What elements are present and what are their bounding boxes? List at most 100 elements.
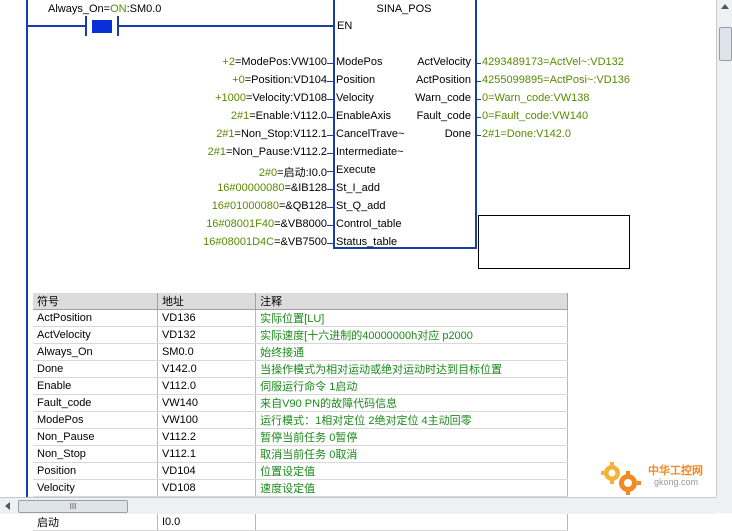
comment-cell[interactable]: 取消当前任务 0取消 xyxy=(255,445,568,463)
vertical-scrollbar[interactable] xyxy=(716,0,732,497)
contact-name: Always_On xyxy=(48,3,104,15)
output-pin-label: Fault_code xyxy=(416,110,471,122)
watermark-logo: 中华工控网 gkong.com xyxy=(598,457,720,497)
output-pin-line xyxy=(475,99,481,100)
contact-state: ON xyxy=(110,3,127,15)
input-pin-label: Control_table xyxy=(336,218,402,230)
table-row[interactable]: Always_On SM0.0 始终接通 xyxy=(33,343,568,361)
symbol-table: 符号 地址 注释 ActPosition VD136 实际位置[LU] ActVelo… xyxy=(33,293,568,531)
comment-cell[interactable]: 始终接通 xyxy=(255,343,568,361)
header-address[interactable]: 地址 xyxy=(157,293,257,310)
contact-energized-fill xyxy=(92,20,112,33)
table-row[interactable]: 启动 I0.0 xyxy=(33,513,568,531)
block-title: SINA_POS xyxy=(376,3,432,15)
comment-cell[interactable] xyxy=(255,513,568,531)
input-pin-line xyxy=(327,225,333,226)
contact-right-bar xyxy=(117,16,119,36)
output-value-1: 4255099895=ActPosi~:VD136 xyxy=(482,74,631,86)
table-row[interactable]: ModePos VW100 运行模式：1相对定位 2绝对定位 4主动回零 xyxy=(33,411,568,429)
input-value-1: +0=Position:VD104 xyxy=(232,74,327,86)
address-cell[interactable]: SM0.0 xyxy=(157,343,257,361)
address-cell[interactable]: VW140 xyxy=(157,394,257,412)
header-comment[interactable]: 注释 xyxy=(255,293,568,310)
symbol-cell[interactable]: Always_On xyxy=(33,343,158,361)
input-pin-label: Velocity xyxy=(336,92,374,104)
address-cell[interactable]: V112.0 xyxy=(157,377,257,395)
gear-icon xyxy=(601,462,641,495)
table-row[interactable]: Non_Pause V112.2 暂停当前任务 0暂停 xyxy=(33,428,568,446)
input-pin-label: EnableAxis xyxy=(336,110,392,122)
symbol-cell[interactable]: 启动 xyxy=(33,513,158,531)
symbol-cell[interactable]: ActPosition xyxy=(33,309,158,327)
address-cell[interactable]: I0.0 xyxy=(157,513,257,531)
input-pin-line xyxy=(327,135,333,136)
symbol-cell[interactable]: ModePos xyxy=(33,411,158,429)
contact-label: Always_On=ON:SM0.0 xyxy=(48,3,161,15)
input-pin-line xyxy=(327,63,333,64)
table-row[interactable]: Non_Stop V112.1 取消当前任务 0取消 xyxy=(33,445,568,463)
address-cell[interactable]: VD136 xyxy=(157,309,257,327)
table-row[interactable]: Enable V112.0 伺服运行命令 1启动 xyxy=(33,377,568,395)
input-value-4: 2#1=Non_Stop:V112.1 xyxy=(216,128,327,140)
output-pin-label: Warn_code xyxy=(415,92,471,104)
horizontal-scrollbar[interactable]: III xyxy=(0,497,716,514)
input-value-2: +1000=Velocity:VD108 xyxy=(215,92,327,104)
table-row[interactable]: ActPosition VD136 实际位置[LU] xyxy=(33,309,568,327)
comment-cell[interactable]: 速度设定值 xyxy=(255,479,568,497)
scroll-left-arrow-icon[interactable] xyxy=(5,502,10,510)
comment-cell[interactable]: 位置设定值 xyxy=(255,462,568,480)
table-row[interactable]: Fault_code VW140 来自V90 PN的故障代码信息 xyxy=(33,394,568,412)
address-cell[interactable]: V112.1 xyxy=(157,445,257,463)
input-value-7: 16#00000080=&IB128 xyxy=(217,182,327,194)
comment-cell[interactable]: 实际速度[十六进制的40000000h对应 p2000 xyxy=(255,326,568,344)
watermark-url: gkong.com xyxy=(654,477,699,487)
output-pin-label: Done xyxy=(444,128,471,140)
rung-line-right xyxy=(118,25,333,27)
comment-cell[interactable]: 暂停当前任务 0暂停 xyxy=(255,428,568,446)
input-pin-line xyxy=(327,153,333,154)
output-pin-line xyxy=(475,135,481,136)
input-pin-line xyxy=(327,171,333,172)
table-row[interactable]: Velocity VD108 速度设定值 xyxy=(33,479,568,497)
address-cell[interactable]: V142.0 xyxy=(157,360,257,378)
comment-cell[interactable]: 实际位置[LU] xyxy=(255,309,568,327)
symbol-cell[interactable]: ActVelocity xyxy=(33,326,158,344)
scroll-up-arrow-icon[interactable] xyxy=(721,4,729,9)
address-cell[interactable]: V112.2 xyxy=(157,428,257,446)
output-value-4: 2#1=Done:V142.0 xyxy=(482,128,571,140)
input-pin-line xyxy=(327,207,333,208)
rung-line-left xyxy=(28,25,87,27)
input-value-5: 2#1=Non_Pause:V112.2 xyxy=(207,146,327,158)
header-symbol[interactable]: 符号 xyxy=(33,293,158,310)
input-pin-label: ModePos xyxy=(336,56,383,68)
comment-cell[interactable]: 运行模式：1相对定位 2绝对定位 4主动回零 xyxy=(255,411,568,429)
normally-open-contact[interactable] xyxy=(85,16,119,36)
output-value-0: 4293489173=ActVel~:VD132 xyxy=(482,56,624,68)
table-row[interactable]: Position VD104 位置设定值 xyxy=(33,462,568,480)
contact-address: :SM0.0 xyxy=(126,3,162,15)
symbol-cell[interactable]: Done xyxy=(33,360,158,378)
symbol-cell[interactable]: Position xyxy=(33,462,158,480)
contact-left-bar xyxy=(85,16,87,36)
empty-network-box[interactable] xyxy=(478,215,630,269)
comment-cell[interactable]: 当操作模式为相对运动或绝对运动时达到目标位置 xyxy=(255,360,568,378)
input-pin-label: St_I_add xyxy=(336,182,381,194)
symbol-cell[interactable]: Fault_code xyxy=(33,394,158,412)
symbol-cell[interactable]: Non_Pause xyxy=(33,428,158,446)
symbol-cell[interactable]: Velocity xyxy=(33,479,158,497)
comment-cell[interactable]: 来自V90 PN的故障代码信息 xyxy=(255,394,568,412)
output-pin-label: ActPosition xyxy=(415,74,471,86)
symbol-cell[interactable]: Non_Stop xyxy=(33,445,158,463)
horizontal-scroll-thumb[interactable]: III xyxy=(18,500,128,513)
address-cell[interactable]: VD104 xyxy=(157,462,257,480)
address-cell[interactable]: VW100 xyxy=(157,411,257,429)
output-pin-line xyxy=(475,81,481,82)
vertical-scroll-thumb[interactable] xyxy=(719,27,732,61)
address-cell[interactable]: VD132 xyxy=(157,326,257,344)
address-cell[interactable]: VD108 xyxy=(157,479,257,497)
output-pin-line xyxy=(475,117,481,118)
table-row[interactable]: Done V142.0 当操作模式为相对运动或绝对运动时达到目标位置 xyxy=(33,360,568,378)
symbol-cell[interactable]: Enable xyxy=(33,377,158,395)
table-row[interactable]: ActVelocity VD132 实际速度[十六进制的40000000h对应 p2… xyxy=(33,326,568,344)
comment-cell[interactable]: 伺服运行命令 1启动 xyxy=(255,377,568,395)
